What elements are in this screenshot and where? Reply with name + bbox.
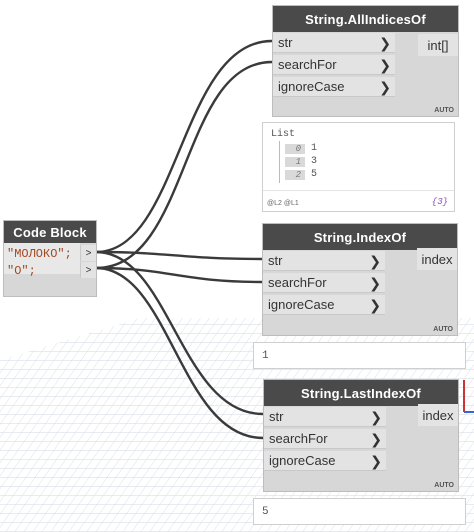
lacing-label[interactable]: AUTO: [433, 326, 453, 333]
list-levels: @L2 @L1: [267, 200, 299, 207]
list-value: 3: [311, 156, 318, 167]
port-label: ignoreCase: [268, 297, 335, 312]
list-tree-line: [279, 141, 280, 183]
indexof-input-ignorecase[interactable]: ignoreCase ❯: [263, 295, 385, 315]
lacing-label[interactable]: AUTO: [434, 482, 454, 489]
code-line-2[interactable]: "О";: [7, 262, 36, 280]
port-label: searchFor: [269, 431, 328, 446]
wire-search-lastindexof: [95, 266, 264, 440]
chevron-right-icon: ❯: [369, 253, 381, 269]
lastindexof-output[interactable]: index: [418, 404, 458, 426]
lastindexof-input-searchfor[interactable]: searchFor ❯: [264, 429, 386, 449]
chevron-right-icon: ❯: [379, 79, 391, 95]
preview-value: 5: [262, 505, 269, 518]
allindicesof-output[interactable]: int[]: [418, 34, 458, 56]
port-label: str: [268, 253, 283, 268]
allindicesof-input-ignorecase[interactable]: ignoreCase ❯: [273, 77, 395, 97]
list-title: List: [271, 129, 296, 140]
chevron-right-icon: ❯: [379, 35, 391, 51]
chevron-right-icon: ❯: [370, 431, 382, 447]
preview-value: 1: [262, 349, 269, 362]
wire-str-allindices: [95, 39, 273, 254]
port-label: str: [278, 35, 293, 50]
list-value: 1: [311, 143, 318, 154]
port-label: str: [269, 409, 284, 424]
lastindexof-node[interactable]: String.LastIndexOf str ❯ searchFor ❯ ign…: [263, 379, 459, 492]
allindicesof-node[interactable]: String.AllIndicesOf str ❯ searchFor ❯ ig…: [272, 5, 459, 117]
lacing-label[interactable]: AUTO: [434, 107, 454, 114]
indexof-node[interactable]: String.IndexOf str ❯ searchFor ❯ ignoreC…: [262, 223, 458, 336]
chevron-right-icon: ❯: [370, 409, 382, 425]
indexof-preview[interactable]: 1: [253, 342, 466, 369]
divider: [263, 190, 454, 191]
wire-search-allindices: [95, 60, 273, 270]
workspace-canvas[interactable]: Code Block "МОЛОКО"; "О"; > > String.All…: [0, 0, 474, 532]
lastindexof-input-str[interactable]: str ❯: [264, 407, 386, 427]
allindicesof-input-searchfor[interactable]: searchFor ❯: [273, 55, 395, 75]
list-item: 2 5: [285, 169, 317, 180]
code-line-1[interactable]: "МОЛОКО";: [7, 245, 72, 263]
list-index: 1: [285, 156, 305, 167]
allindicesof-input-str[interactable]: str ❯: [273, 33, 395, 53]
indexof-input-str[interactable]: str ❯: [263, 251, 385, 271]
indexof-input-searchfor[interactable]: searchFor ❯: [263, 273, 385, 293]
list-item: 0 1: [285, 143, 317, 154]
chevron-right-icon: ❯: [369, 275, 381, 291]
code-block-node[interactable]: Code Block "МОЛОКО"; "О"; > >: [3, 220, 97, 297]
code-output-port-2[interactable]: >: [80, 262, 96, 278]
chevron-right-icon: ❯: [379, 57, 391, 73]
indexof-title: String.IndexOf: [263, 224, 457, 250]
allindicesof-preview[interactable]: List 0 1 1 3 2 5 @L2 @L1 {3}: [262, 122, 455, 212]
list-value: 5: [311, 169, 318, 180]
code-block-title: Code Block: [4, 221, 96, 243]
lastindexof-preview[interactable]: 5: [253, 498, 466, 525]
lastindexof-title: String.LastIndexOf: [264, 380, 458, 406]
port-label: ignoreCase: [269, 453, 336, 468]
indexof-output[interactable]: index: [417, 248, 457, 270]
list-index: 0: [285, 143, 305, 154]
allindicesof-title: String.AllIndicesOf: [273, 6, 458, 32]
port-label: searchFor: [268, 275, 327, 290]
list-count: {3}: [431, 197, 448, 207]
code-output-port-1[interactable]: >: [80, 245, 96, 261]
chevron-right-icon: ❯: [370, 453, 382, 469]
list-item: 1 3: [285, 156, 317, 167]
lastindexof-input-ignorecase[interactable]: ignoreCase ❯: [264, 451, 386, 471]
list-index: 2: [285, 169, 305, 180]
chevron-right-icon: ❯: [369, 297, 381, 313]
port-label: ignoreCase: [278, 79, 345, 94]
port-label: searchFor: [278, 57, 337, 72]
